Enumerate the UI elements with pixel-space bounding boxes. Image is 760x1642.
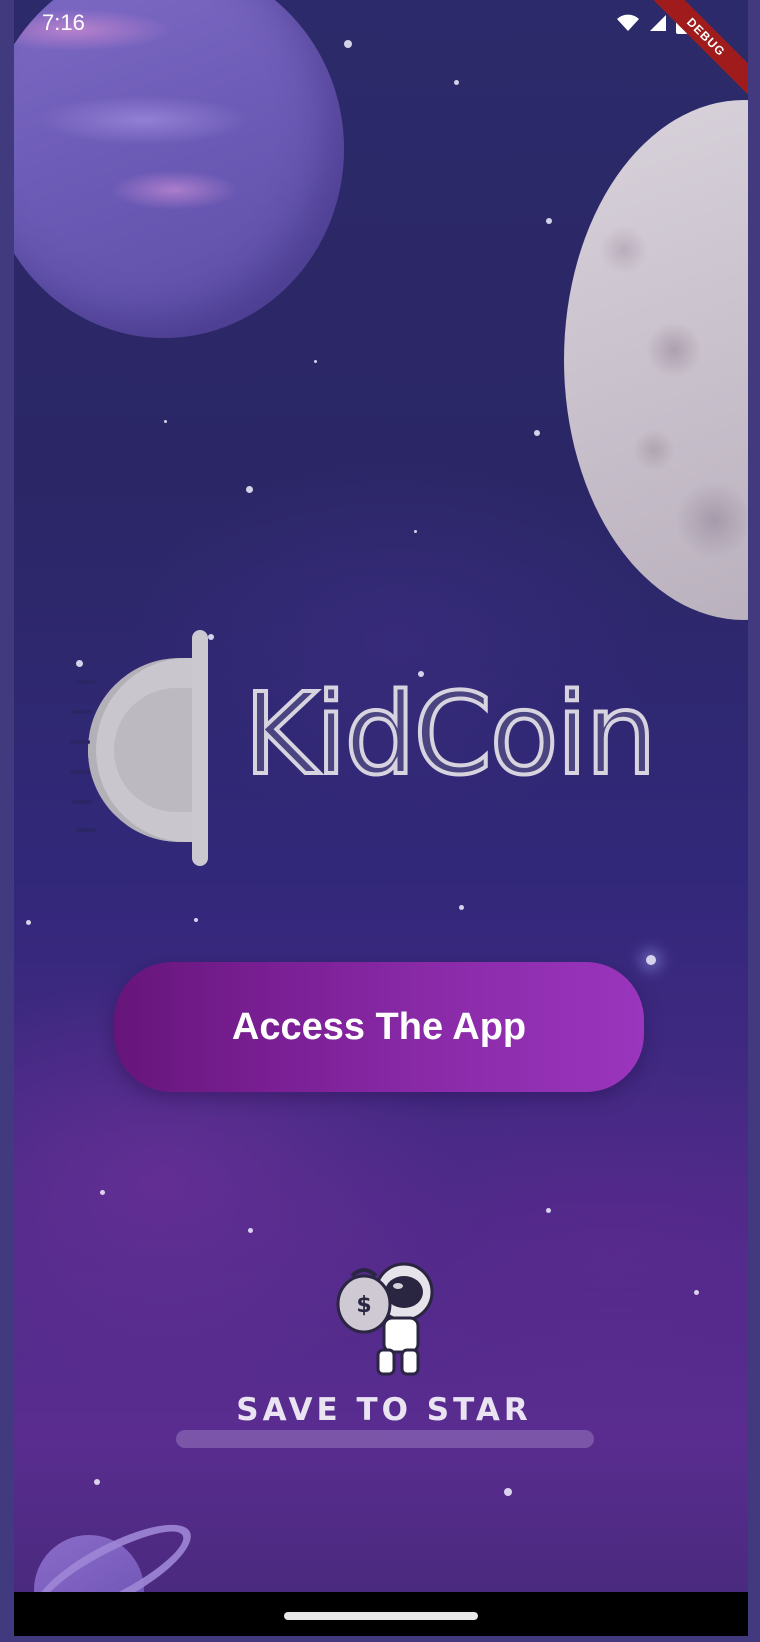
tagline: SAVE TO STAR (236, 1392, 532, 1428)
status-time: 7:16 (42, 10, 85, 35)
app-logo: KidCoin (70, 630, 692, 866)
device-frame: 7:16 DEBUG KidCoin Access The App $ SAVE… (0, 0, 760, 1642)
status-bar: 7:16 DEBUG (14, 0, 748, 109)
splash-screen: 7:16 DEBUG KidCoin Access The App $ SAVE… (14, 0, 748, 1592)
wifi-icon (617, 14, 639, 31)
app-name: KidCoin (242, 668, 658, 802)
ringed-planet-illustration (21, 1505, 203, 1592)
signal-icon (650, 15, 666, 31)
tagline-underline (176, 1430, 594, 1448)
system-navigation-bar (14, 1592, 748, 1636)
access-app-button[interactable]: Access The App (114, 962, 644, 1092)
home-indicator[interactable] (284, 1612, 478, 1620)
astronaut-money-bag-icon: $ (336, 1262, 434, 1376)
svg-text:$: $ (356, 1293, 371, 1318)
